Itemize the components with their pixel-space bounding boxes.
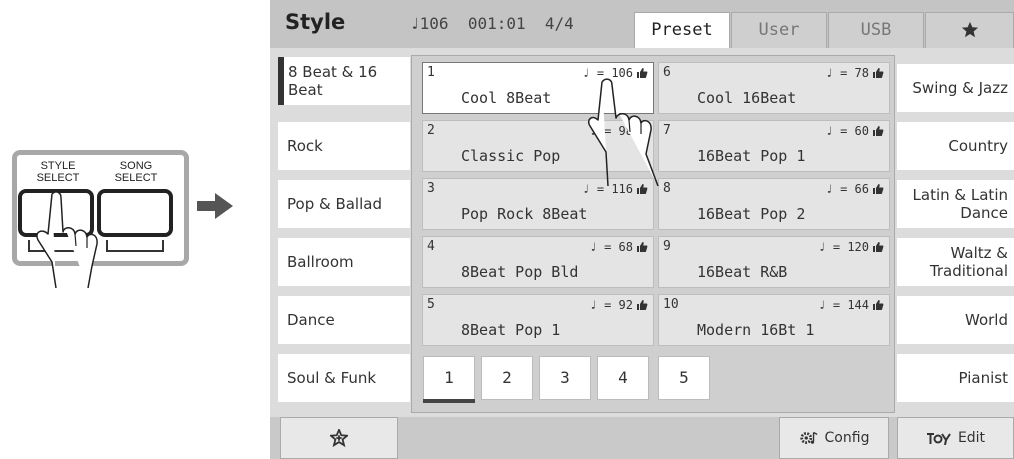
category-dance[interactable]: Dance xyxy=(278,296,410,344)
thumbs-up-icon xyxy=(873,242,884,252)
edit-tools-icon xyxy=(926,433,951,445)
style-number: 9 xyxy=(663,239,671,254)
bottom-bar: Config Edit xyxy=(270,417,1014,459)
thumbs-up-icon xyxy=(873,126,884,136)
style-tempo-value: = 144 xyxy=(832,298,869,312)
thumbs-up-icon xyxy=(873,184,884,194)
style-tempo: ♩ = 120 xyxy=(818,240,869,254)
style-name: 16Beat Pop 1 xyxy=(697,147,806,165)
tab-user[interactable]: User xyxy=(731,12,827,48)
style-select-label: STYLE SELECT xyxy=(22,160,94,184)
style-tempo-value: = 120 xyxy=(832,240,869,254)
tab-usb[interactable]: USB xyxy=(828,12,924,48)
tempo-value: 106 xyxy=(419,14,449,33)
style-name: 16Beat Pop 2 xyxy=(697,205,806,223)
style-list-popup: 1 ♩ = 106 Cool 8Beat 2 ♩ = 98 Classic Po… xyxy=(411,55,895,413)
right-arrow-icon xyxy=(197,193,233,219)
pointing-hand-icon xyxy=(588,78,659,186)
style-item[interactable]: 8 ♩ = 66 16Beat Pop 2 xyxy=(658,178,890,230)
favorite-add-button[interactable] xyxy=(280,417,398,459)
button-group-bracket xyxy=(106,240,164,252)
style-name: 16Beat R&B xyxy=(697,263,788,281)
measure-value: 001:01 xyxy=(467,14,526,33)
config-label: Config xyxy=(824,430,870,446)
style-item[interactable]: 4 ♩ = 68 8Beat Pop Bld xyxy=(422,236,654,288)
style-select-label-line1: STYLE xyxy=(40,160,76,172)
song-select-label-line1: SONG xyxy=(119,160,153,172)
style-selection-screen: Style ♩106 001:01 4/4 Preset User USB 8 … xyxy=(270,0,1014,459)
style-number: 2 xyxy=(427,123,435,138)
time-signature-value: 4/4 xyxy=(544,14,574,33)
style-tempo-value: = 78 xyxy=(840,66,869,80)
style-name: Cool 8Beat xyxy=(461,89,552,107)
note-icon: ♩ xyxy=(410,14,420,33)
style-number: 5 xyxy=(427,297,435,312)
style-tempo: ♩ = 144 xyxy=(818,298,869,312)
song-select-label-line2: SELECT xyxy=(114,172,158,184)
category-country[interactable]: Country xyxy=(897,122,1014,170)
page-button-3[interactable]: 3 xyxy=(539,356,591,400)
edit-label: Edit xyxy=(957,430,986,446)
song-select-label: SONG SELECT xyxy=(100,160,172,184)
category-latin[interactable]: Latin & Latin Dance xyxy=(897,180,1014,228)
style-name: Modern 16Bt 1 xyxy=(697,321,815,339)
style-name: Pop Rock 8Beat xyxy=(461,205,588,223)
pointing-hand-icon xyxy=(36,191,98,288)
thumbs-up-icon xyxy=(637,242,648,252)
style-tempo-value: = 68 xyxy=(604,240,633,254)
category-ballroom[interactable]: Ballroom xyxy=(278,238,410,286)
thumbs-up-icon xyxy=(873,68,884,78)
style-tempo: ♩ = 92 xyxy=(589,298,633,312)
style-number: 3 xyxy=(427,181,435,196)
style-item[interactable]: 5 ♩ = 92 8Beat Pop 1 xyxy=(422,294,654,346)
style-item[interactable]: 7 ♩ = 60 16Beat Pop 1 xyxy=(658,120,890,172)
category-waltz-traditional[interactable]: Waltz & Traditional xyxy=(897,238,1014,286)
style-tempo: ♩ = 60 xyxy=(825,124,869,138)
star-icon xyxy=(961,21,978,38)
style-tempo-value: = 60 xyxy=(840,124,869,138)
page-title: Style xyxy=(285,10,346,34)
style-number: 1 xyxy=(427,65,435,80)
style-number: 4 xyxy=(427,239,435,254)
thumbs-up-icon xyxy=(873,300,884,310)
style-tempo-value: = 66 xyxy=(840,182,869,196)
current-page-indicator xyxy=(423,399,475,403)
thumbs-up-icon xyxy=(637,300,648,310)
style-tempo-value: = 92 xyxy=(604,298,633,312)
category-world[interactable]: World xyxy=(897,296,1014,344)
category-pop-ballad[interactable]: Pop & Ballad xyxy=(278,180,410,228)
page-button-4[interactable]: 4 xyxy=(597,356,649,400)
config-button[interactable]: Config xyxy=(779,417,889,459)
category-rock[interactable]: Rock xyxy=(278,122,410,170)
style-tempo: ♩ = 66 xyxy=(825,182,869,196)
category-swing-jazz[interactable]: Swing & Jazz xyxy=(897,64,1014,112)
style-tempo: ♩ = 68 xyxy=(589,240,633,254)
category-soul-funk[interactable]: Soul & Funk xyxy=(278,354,410,402)
top-bar: Style ♩106 001:01 4/4 Preset User USB xyxy=(270,0,1014,48)
style-number: 10 xyxy=(663,297,679,312)
page-button-1[interactable]: 1 xyxy=(423,356,475,400)
category-8beat-16beat[interactable]: 8 Beat & 16 Beat xyxy=(278,57,410,105)
page-button-5[interactable]: 5 xyxy=(658,356,710,400)
star-plus-icon xyxy=(330,429,348,447)
gear-note-icon xyxy=(799,431,818,444)
style-name: 8Beat Pop 1 xyxy=(461,321,561,339)
style-select-label-line2: SELECT xyxy=(36,172,80,184)
style-name: Classic Pop xyxy=(461,147,561,165)
style-item[interactable]: 6 ♩ = 78 Cool 16Beat xyxy=(658,62,890,114)
status-readout: ♩106 001:01 4/4 xyxy=(410,14,574,33)
style-name: Cool 16Beat xyxy=(697,89,797,107)
edit-button[interactable]: Edit xyxy=(897,417,1014,459)
style-name: 8Beat Pop Bld xyxy=(461,263,579,281)
category-pianist[interactable]: Pianist xyxy=(897,354,1014,402)
style-item[interactable]: 9 ♩ = 120 16Beat R&B xyxy=(658,236,890,288)
tab-favorites[interactable] xyxy=(925,12,1014,48)
style-tempo: ♩ = 78 xyxy=(825,66,869,80)
style-item[interactable]: 10 ♩ = 144 Modern 16Bt 1 xyxy=(658,294,890,346)
tab-preset[interactable]: Preset xyxy=(634,12,730,48)
page-button-2[interactable]: 2 xyxy=(481,356,533,400)
